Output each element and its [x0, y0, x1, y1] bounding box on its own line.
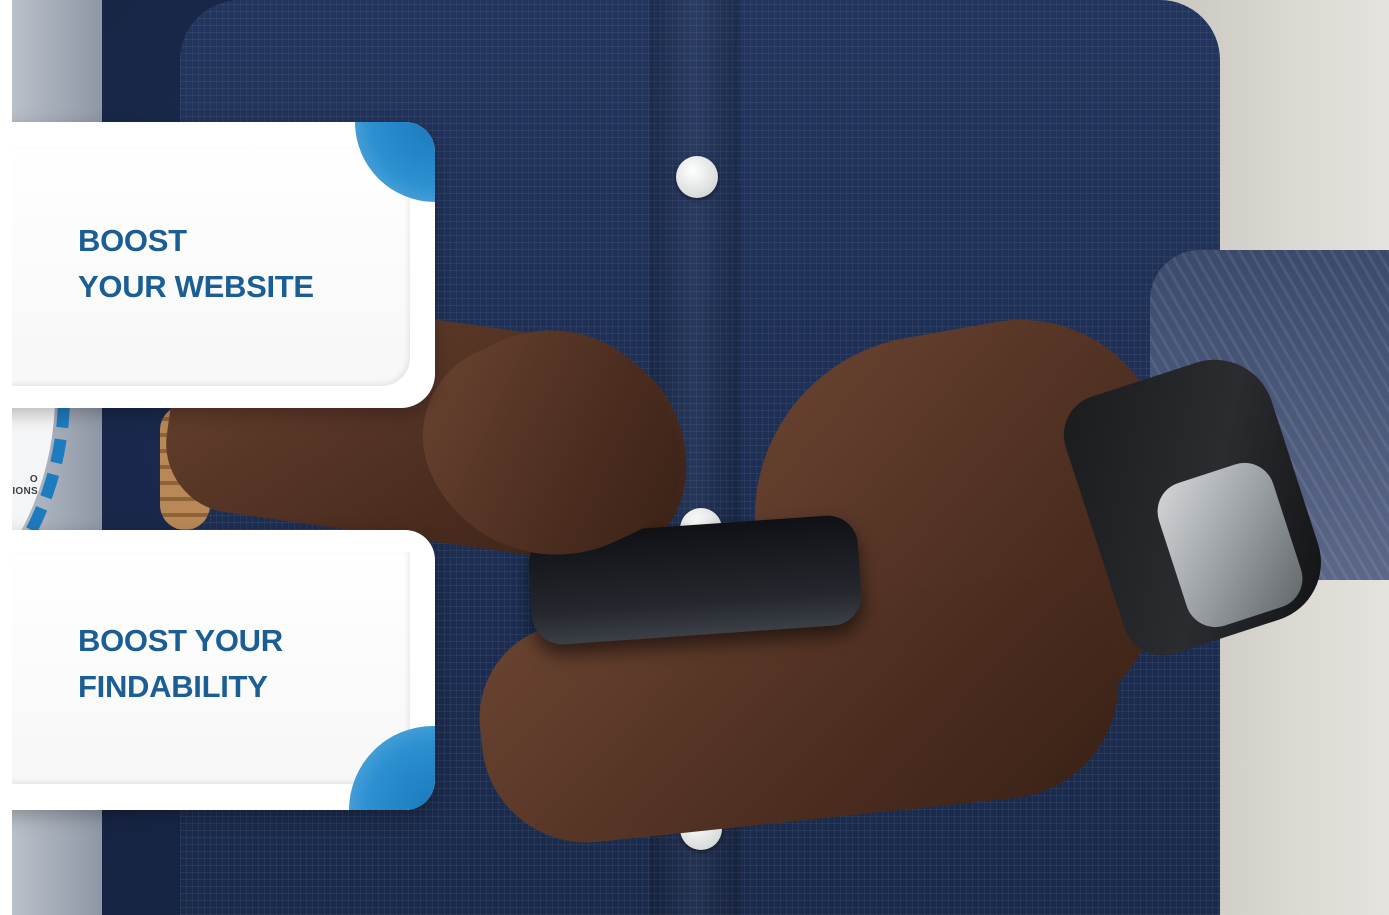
card-boost-website: BOOST YOUR WEBSITE [0, 122, 435, 408]
card-title: BOOST YOUR FINDABILITY [78, 623, 283, 704]
card-title: BOOST YOUR WEBSITE [78, 223, 314, 304]
left-margin [0, 0, 12, 915]
shirt-button [676, 156, 718, 198]
slide: O TIONS BOOST YOUR WEBSITE BOOST YOUR FI… [0, 0, 1389, 915]
card-boost-findability: BOOST YOUR FINDABILITY [0, 530, 435, 810]
